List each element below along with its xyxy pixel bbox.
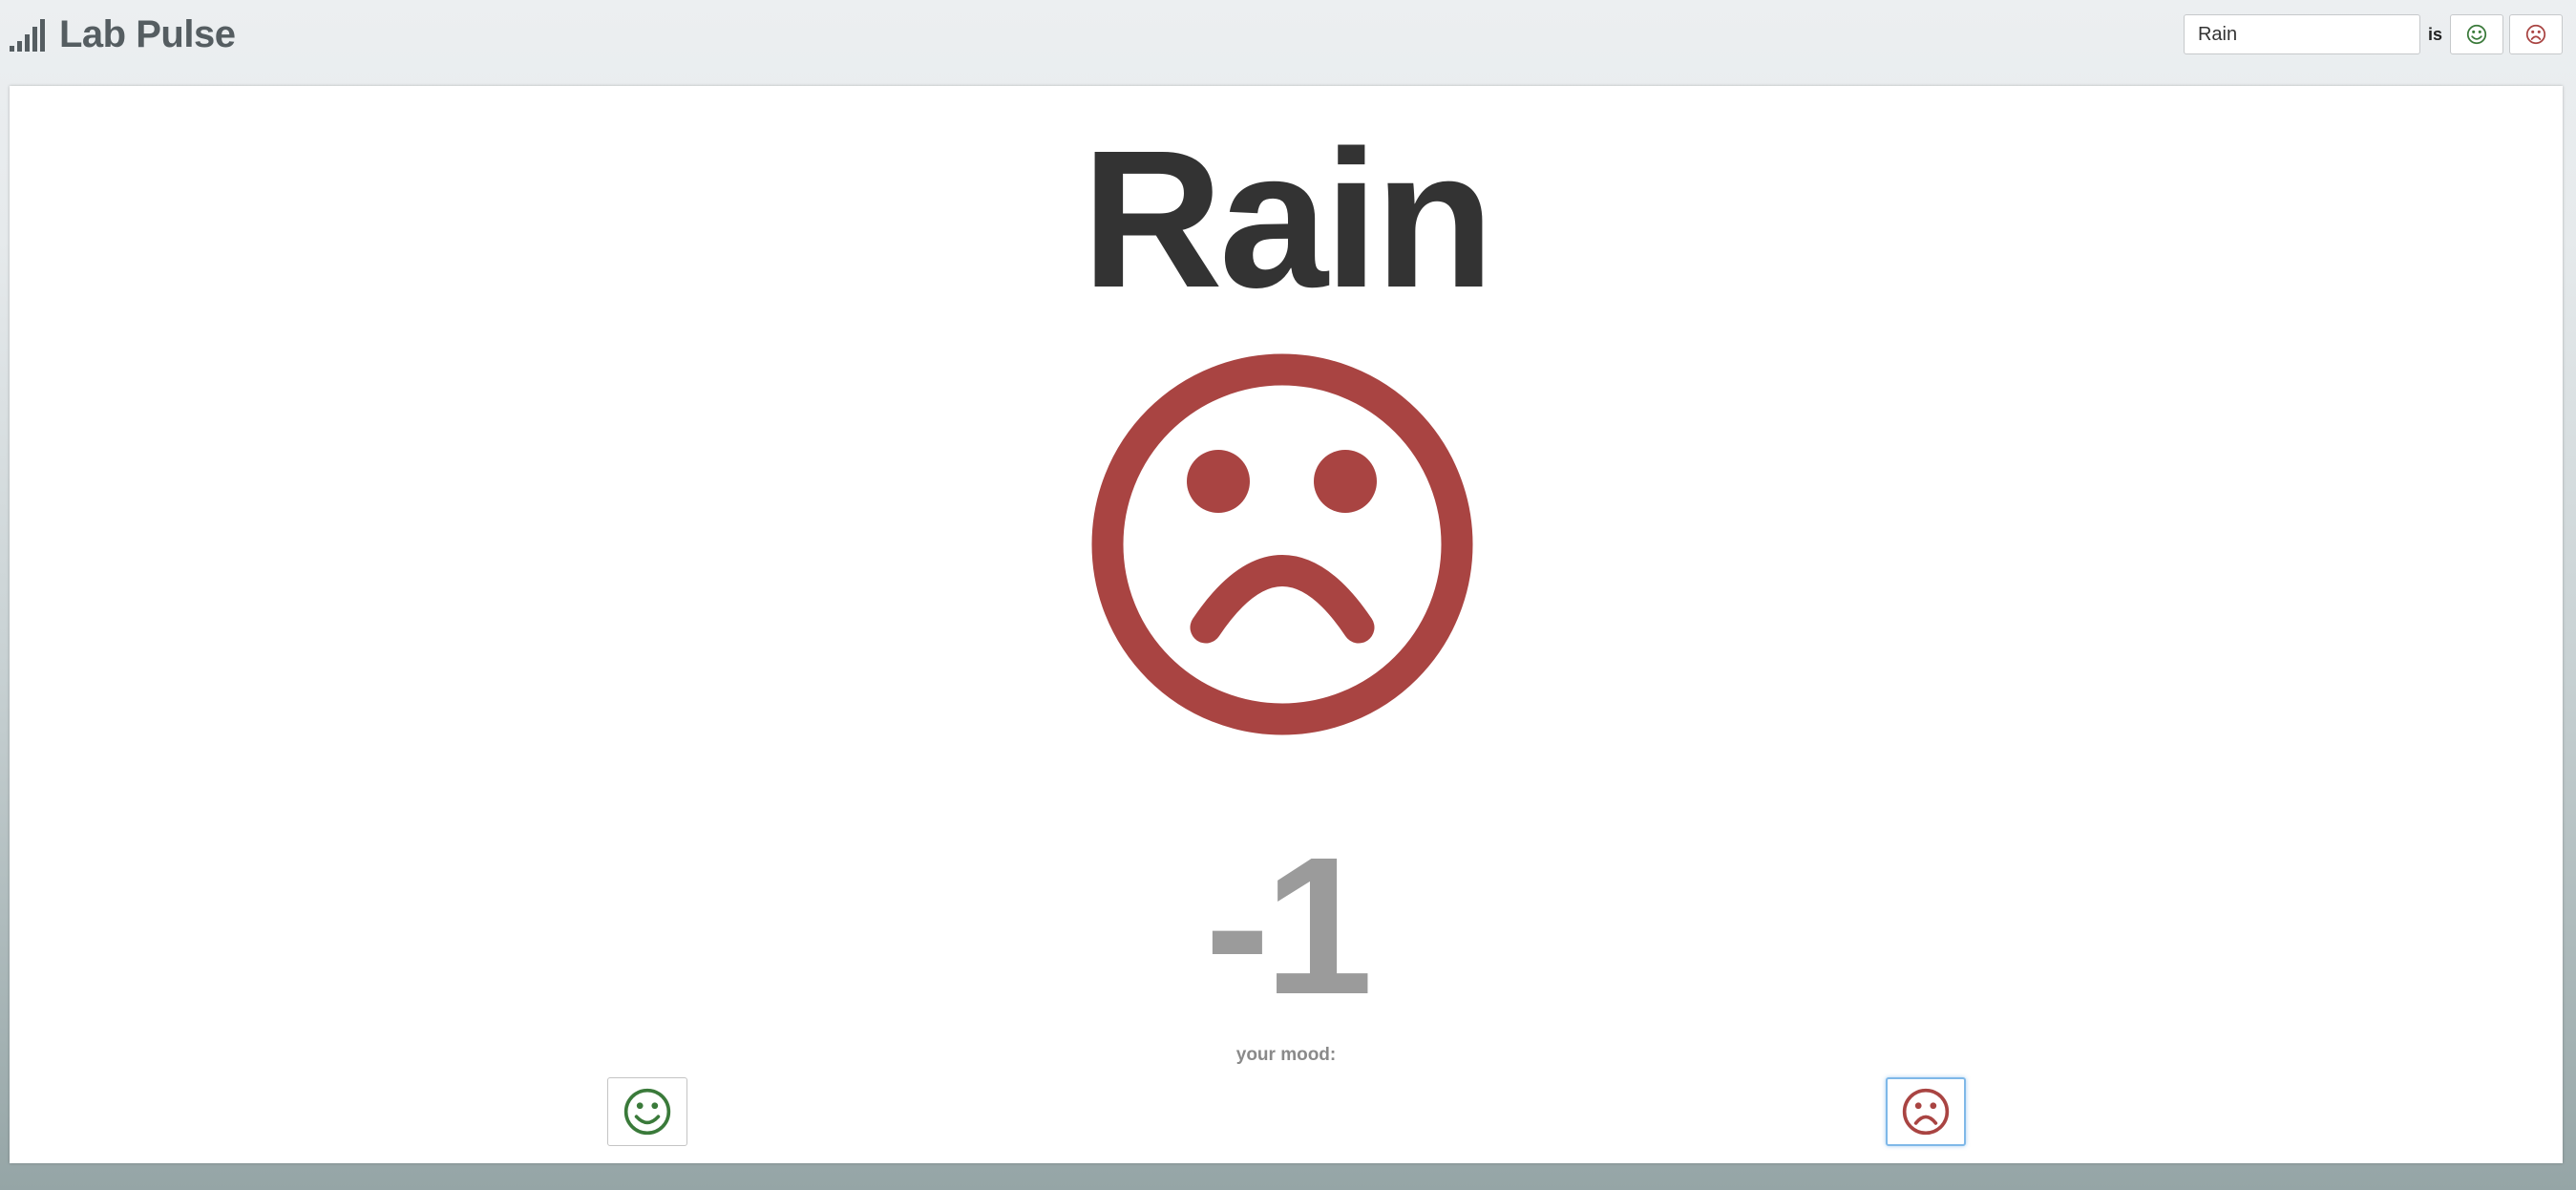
frowning-face-icon xyxy=(1902,1088,1950,1136)
frowning-face-icon xyxy=(1091,353,1473,735)
topic-card: Rain -1 your mood: xyxy=(10,86,2563,1163)
header-happy-button[interactable] xyxy=(2450,14,2503,54)
vote-sad-button[interactable] xyxy=(1886,1077,1966,1146)
smiley-face-icon xyxy=(623,1088,671,1136)
vote-happy-button[interactable] xyxy=(607,1077,687,1146)
frowning-face-icon xyxy=(2525,24,2546,45)
topic-input[interactable] xyxy=(2183,14,2420,54)
your-mood-label: your mood: xyxy=(1235,1045,1337,1065)
topic-title: Rain xyxy=(1081,110,1494,329)
signal-bars-icon xyxy=(10,19,45,52)
mood-score: -1 xyxy=(1204,817,1373,1035)
topic-form: is xyxy=(2183,13,2563,55)
smiley-face-icon xyxy=(2466,24,2487,45)
is-label: is xyxy=(2427,24,2442,44)
header-sad-button[interactable] xyxy=(2509,14,2563,54)
app-brand[interactable]: Lab Pulse xyxy=(10,11,236,57)
app-title: Lab Pulse xyxy=(59,12,236,55)
